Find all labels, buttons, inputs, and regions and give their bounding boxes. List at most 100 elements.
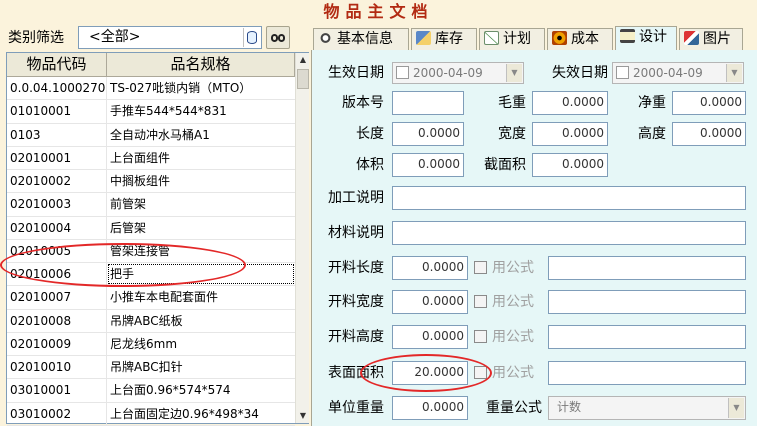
material-note-field[interactable] <box>392 221 746 245</box>
column-header-code[interactable]: 物品代码 <box>7 53 107 77</box>
process-note-field[interactable] <box>392 186 746 210</box>
weight-formula-select[interactable]: 计数 ▼ <box>548 396 746 420</box>
tab-inventory[interactable]: 库存 <box>411 28 477 50</box>
database-icon[interactable] <box>243 28 260 47</box>
item-code: 01010001 <box>7 100 107 123</box>
version-field[interactable] <box>392 91 464 115</box>
table-row[interactable]: 02010009 尼龙线6mm <box>7 332 295 356</box>
item-code: 02010006 <box>7 263 107 286</box>
section-area-label: 截面积 <box>484 157 526 173</box>
search-button[interactable] <box>266 26 290 49</box>
table-row[interactable]: 02010002 中搁板组件 <box>7 170 295 194</box>
item-name: 后管架 <box>110 220 147 235</box>
cut-width-formula-field[interactable] <box>548 290 746 314</box>
item-code: 03010002 <box>7 402 107 425</box>
gear-icon <box>318 31 333 45</box>
table-row[interactable]: 0.0.04.10002701 TS-027吡锁内销（MTO） <box>7 77 295 101</box>
tab-design[interactable]: 设计 <box>615 26 677 51</box>
category-filter-combo[interactable]: <全部> <box>78 26 262 49</box>
volume-label: 体积 <box>356 157 384 173</box>
item-name: TS-027吡锁内销（MTO） <box>110 81 252 95</box>
cut-height-formula-label: 用公式 <box>492 329 534 345</box>
cut-length-formula-checkbox[interactable] <box>474 261 487 274</box>
surface-area-formula-checkbox[interactable] <box>474 366 487 379</box>
scroll-thumb[interactable] <box>297 69 309 89</box>
list-rows: 0.0.04.10002701 TS-027吡锁内销（MTO） 01010001 手… <box>7 77 295 426</box>
item-code: 0.0.04.10002701 <box>7 77 107 100</box>
table-row[interactable]: 02010010 吊牌ABC扣针 <box>7 356 295 380</box>
cut-width-formula-checkbox[interactable] <box>474 295 487 308</box>
net-weight-label: 净重 <box>638 95 666 111</box>
cut-length-label: 开料长度 <box>328 260 384 276</box>
item-name: 吊牌ABC纸板 <box>110 313 183 328</box>
item-code: 02010007 <box>7 286 107 309</box>
cut-width-field[interactable]: 0.0000 <box>392 290 468 314</box>
tab-basic-info[interactable]: 基本信息 <box>313 28 409 50</box>
length-field[interactable]: 0.0000 <box>392 122 464 146</box>
height-label: 高度 <box>638 126 666 142</box>
table-row[interactable]: 02010001 上台面组件 <box>7 146 295 170</box>
item-name: 上台面0.96*574*574 <box>110 383 231 398</box>
table-row[interactable]: 02010008 吊牌ABC纸板 <box>7 309 295 333</box>
expiry-date-checkbox[interactable] <box>616 66 629 79</box>
item-code: 0103 <box>7 123 107 146</box>
net-weight-field[interactable]: 0.0000 <box>672 91 746 115</box>
table-row[interactable]: 02010005 管架连接管 <box>7 239 295 263</box>
cut-length-formula-field[interactable] <box>548 256 746 280</box>
chevron-down-icon[interactable]: ▼ <box>726 64 742 82</box>
height-field[interactable]: 0.0000 <box>672 122 746 146</box>
expiry-date-picker[interactable]: 2000-04-09 ▼ <box>612 62 744 84</box>
effective-date-value: 2000-04-09 <box>413 66 483 80</box>
scroll-down-icon[interactable]: ▼ <box>296 409 310 423</box>
cut-length-formula-label: 用公式 <box>492 260 534 276</box>
item-code: 02010003 <box>7 193 107 216</box>
cut-height-formula-field[interactable] <box>548 325 746 349</box>
section-area-field[interactable]: 0.0000 <box>532 153 608 177</box>
chevron-down-icon[interactable]: ▼ <box>506 64 522 82</box>
chart-icon <box>484 31 499 45</box>
item-code: 02010005 <box>7 239 107 262</box>
cut-height-formula-checkbox[interactable] <box>474 330 487 343</box>
item-list[interactable]: 物品代码 品名规格 0.0.04.10002701 TS-027吡锁内销（MTO）… <box>6 52 309 426</box>
item-code: 03010001 <box>7 379 107 402</box>
cut-width-label: 开料宽度 <box>328 294 384 310</box>
tab-label: 库存 <box>435 31 463 47</box>
tab-cost[interactable]: 成本 <box>547 28 613 50</box>
table-row[interactable]: 02010007 小推车本电配套面件 <box>7 286 295 310</box>
tab-picture[interactable]: 图片 <box>679 28 743 50</box>
volume-field[interactable]: 0.0000 <box>392 153 464 177</box>
table-row[interactable]: 03010001 上台面0.96*574*574 <box>7 379 295 403</box>
material-note-label: 材料说明 <box>328 225 384 241</box>
table-row[interactable]: 03010002 上台面固定边0.96*498*34 <box>7 402 295 426</box>
list-scrollbar[interactable]: ▲ ▼ <box>295 53 309 423</box>
width-field[interactable]: 0.0000 <box>532 122 608 146</box>
table-row-selected[interactable]: 02010006 把手 <box>7 263 295 287</box>
item-name: 全自动冲水马桶A1 <box>110 127 210 142</box>
item-name: 上台面固定边0.96*498*34 <box>110 406 259 421</box>
version-label: 版本号 <box>342 95 384 111</box>
target-icon <box>552 31 567 45</box>
effective-date-checkbox[interactable] <box>396 66 409 79</box>
chevron-down-icon[interactable]: ▼ <box>728 398 744 418</box>
unit-weight-field[interactable]: 0.0000 <box>392 396 468 420</box>
table-row[interactable]: 0103 全自动冲水马桶A1 <box>7 123 295 147</box>
table-row[interactable]: 02010003 前管架 <box>7 193 295 217</box>
gross-weight-field[interactable]: 0.0000 <box>532 91 608 115</box>
cut-length-field[interactable]: 0.0000 <box>392 256 468 280</box>
item-code: 02010009 <box>7 332 107 355</box>
effective-date-picker[interactable]: 2000-04-09 ▼ <box>392 62 524 84</box>
scroll-up-icon[interactable]: ▲ <box>296 53 310 67</box>
column-header-name[interactable]: 品名规格 <box>107 53 295 77</box>
item-name: 上台面组件 <box>110 150 171 165</box>
surface-area-field[interactable]: 20.0000 <box>392 361 468 385</box>
cut-height-field[interactable]: 0.0000 <box>392 325 468 349</box>
surface-area-formula-field[interactable] <box>548 361 746 385</box>
tab-plan[interactable]: 计划 <box>479 28 545 50</box>
effective-date-label: 生效日期 <box>328 65 384 81</box>
item-name: 小推车本电配套面件 <box>110 290 219 305</box>
item-code: 02010010 <box>7 356 107 379</box>
design-panel: 生效日期 2000-04-09 ▼ 失效日期 2000-04-09 ▼ 版本号 … <box>311 50 757 426</box>
width-label: 宽度 <box>498 126 526 142</box>
table-row[interactable]: 01010001 手推车544*544*831 <box>7 100 295 124</box>
table-row[interactable]: 02010004 后管架 <box>7 216 295 240</box>
